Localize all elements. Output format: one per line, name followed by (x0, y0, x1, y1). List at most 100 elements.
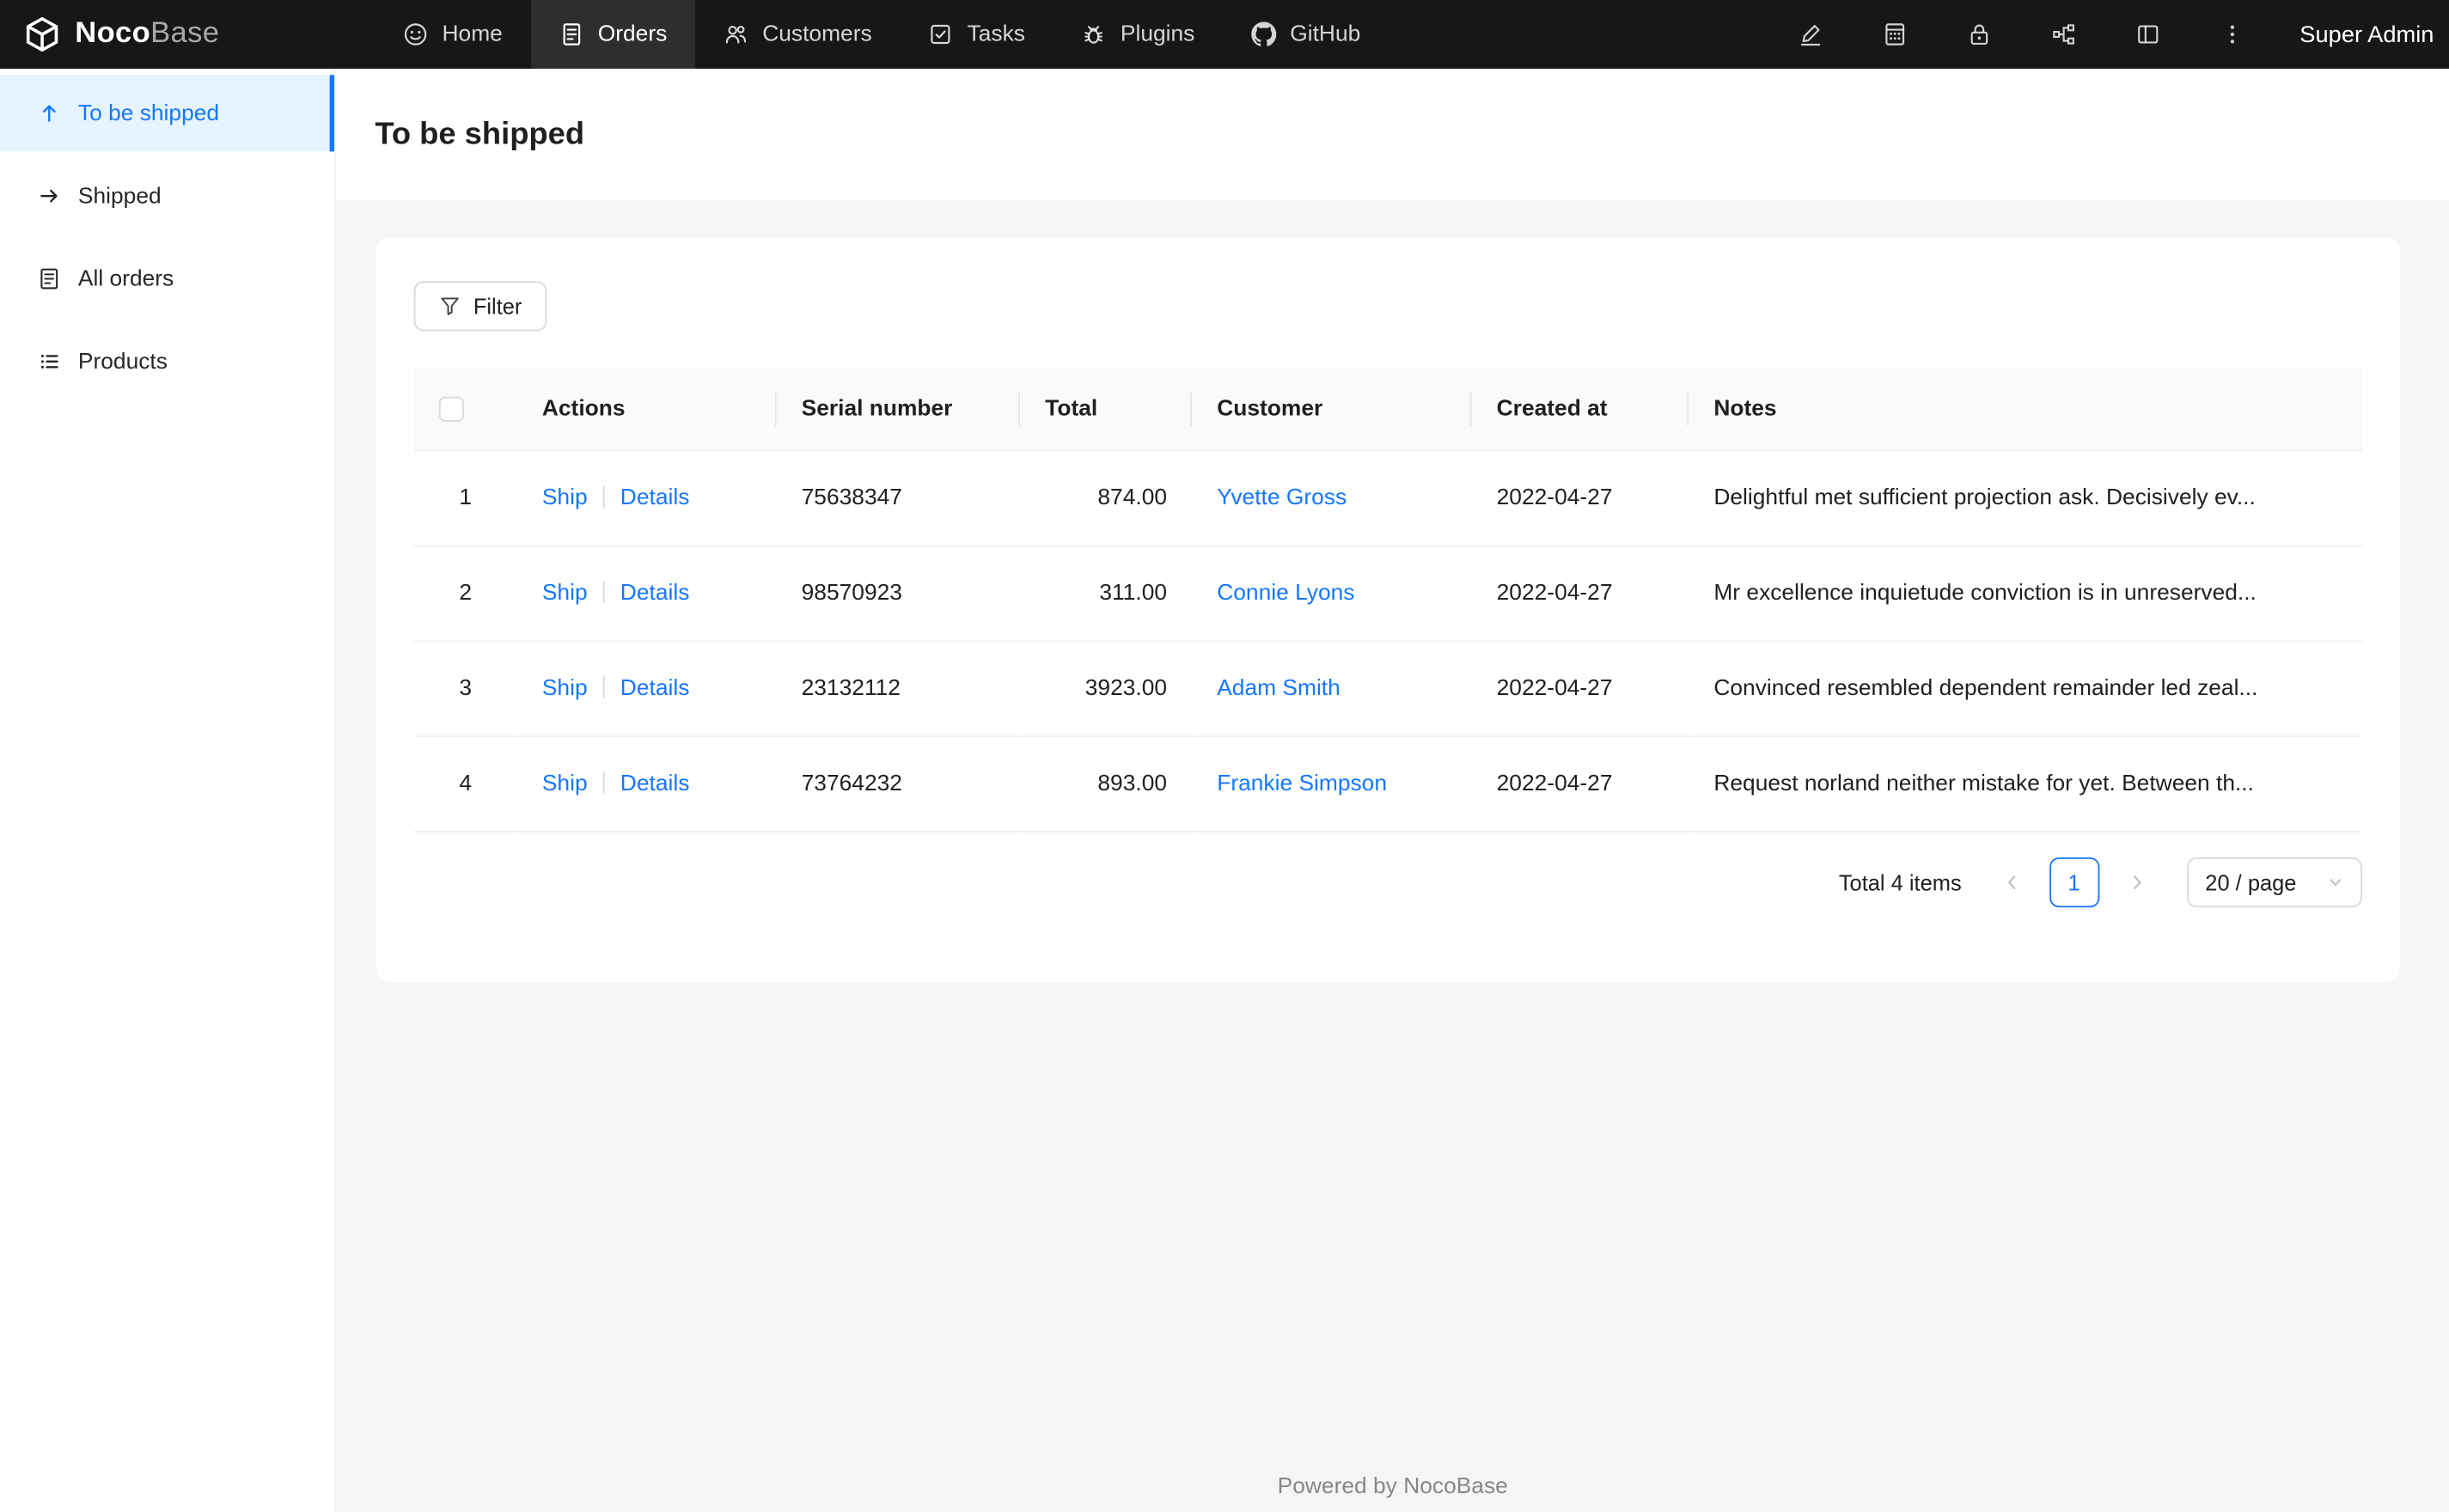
nav-item-label: Customers (762, 21, 872, 47)
cell-customer: Adam Smith (1192, 640, 1472, 737)
cell-serial-number: 98570923 (776, 545, 1021, 642)
cell-customer: Yvette Gross (1192, 449, 1472, 546)
list-icon (38, 350, 61, 373)
customer-link[interactable]: Yvette Gross (1217, 485, 1347, 509)
column-header-customer: Customer (1192, 369, 1472, 451)
customer-link[interactable]: Connie Lyons (1217, 580, 1354, 605)
ship-link[interactable]: Ship (542, 675, 588, 700)
page-number-button[interactable]: 1 (2049, 857, 2099, 907)
action-divider (602, 675, 605, 698)
customer-link[interactable]: Frankie Simpson (1217, 771, 1387, 796)
page-title: To be shipped (375, 116, 585, 151)
column-header-created-at: Created at (1471, 369, 1689, 451)
top-navbar: NocoBase Home Orders Customers Tasks Plu… (0, 0, 2449, 69)
action-divider (602, 771, 605, 793)
more-icon[interactable] (2190, 0, 2275, 69)
nav-item-label: Home (442, 21, 503, 47)
customer-link[interactable]: Adam Smith (1217, 675, 1341, 700)
row-index: 1 (413, 449, 517, 546)
sidebar-item-label: Products (77, 349, 168, 375)
cell-total: 874.00 (1020, 449, 1193, 546)
nav-item-plugins[interactable]: Plugins (1053, 0, 1223, 69)
cell-notes: Mr excellence inquietude conviction is i… (1689, 545, 2362, 642)
arrow-up-icon (38, 101, 61, 125)
row-index: 3 (413, 640, 517, 737)
filter-button-label: Filter (473, 293, 522, 319)
navbar-right-tools: Super Admin (1768, 0, 2449, 69)
powered-by-text: Powered by (1277, 1474, 1397, 1500)
table-header-row: Actions Serial number Total Customer Cre… (413, 369, 2362, 451)
sidebar-item-all-orders[interactable]: All orders (0, 241, 334, 317)
orders-card: Filter Actions Serial number Total Custo… (376, 237, 2400, 982)
logo-text: NocoBase (75, 17, 219, 52)
details-link[interactable]: Details (620, 580, 690, 605)
details-link[interactable]: Details (620, 675, 690, 700)
action-divider (602, 580, 605, 602)
cell-created-at: 2022-04-27 (1471, 640, 1689, 737)
logo[interactable]: NocoBase (0, 0, 336, 69)
lock-icon[interactable] (1938, 0, 2022, 69)
highlighter-icon[interactable] (1768, 0, 1853, 69)
nav-item-home[interactable]: Home (375, 0, 530, 69)
details-link[interactable]: Details (620, 771, 690, 796)
cell-actions: Ship Details (516, 640, 777, 737)
ship-link[interactable]: Ship (542, 771, 588, 796)
nav-item-customers[interactable]: Customers (695, 0, 900, 69)
calculator-icon[interactable] (1853, 0, 1937, 69)
user-menu[interactable]: Super Admin (2275, 21, 2449, 48)
layout-icon[interactable] (2106, 0, 2190, 69)
prev-page-button[interactable] (1987, 857, 2037, 906)
details-link[interactable]: Details (620, 485, 690, 509)
select-all-checkbox[interactable] (438, 396, 464, 422)
nav-item-label: GitHub (1290, 21, 1361, 47)
row-index: 4 (413, 735, 517, 832)
column-header-notes: Notes (1689, 369, 2362, 451)
table-row: 1 Ship Details 75638347 874.00 Yvette Gro… (413, 449, 2362, 546)
orders-table: Actions Serial number Total Customer Cre… (413, 369, 2362, 832)
main-content: To be shipped Filter Actions Serial numb… (335, 68, 2449, 1512)
table-row: 3 Ship Details 23132112 3923.00 Adam Smit… (413, 640, 2362, 737)
cell-actions: Ship Details (516, 449, 777, 546)
cell-total: 311.00 (1020, 545, 1193, 642)
api-icon[interactable] (2022, 0, 2106, 69)
customers-icon (724, 21, 748, 46)
column-header-total: Total (1020, 369, 1193, 451)
chevron-right-icon (2133, 875, 2141, 889)
sidebar: To be shipped Shipped All orders Product… (0, 68, 336, 1512)
action-divider (602, 485, 605, 507)
select-all-header (413, 369, 517, 451)
plugins-icon (1081, 21, 1106, 46)
next-page-button[interactable] (2111, 857, 2161, 906)
cell-actions: Ship Details (516, 735, 777, 832)
nav-item-label: Orders (597, 21, 668, 47)
arrow-right-icon (38, 185, 61, 208)
cell-serial-number: 75638347 (776, 449, 1021, 546)
nav-item-label: Tasks (967, 21, 1025, 47)
sidebar-item-products[interactable]: Products (0, 323, 334, 399)
chevron-down-icon (2328, 874, 2343, 889)
pagination: Total 4 items 1 20 / page (414, 857, 2362, 907)
sidebar-item-shipped[interactable]: Shipped (0, 158, 334, 235)
content-area: Filter Actions Serial number Total Custo… (336, 200, 2449, 1512)
cell-created-at: 2022-04-27 (1471, 545, 1689, 642)
ship-link[interactable]: Ship (542, 580, 588, 605)
filter-button[interactable]: Filter (413, 281, 547, 332)
sidebar-item-label: To be shipped (77, 101, 220, 126)
column-header-serial: Serial number (776, 369, 1021, 451)
cell-total: 3923.00 (1020, 640, 1193, 737)
orders-icon (559, 21, 583, 46)
cell-created-at: 2022-04-27 (1471, 735, 1689, 832)
nav-item-github[interactable]: GitHub (1223, 0, 1389, 69)
chevron-left-icon (2007, 875, 2015, 889)
filter-icon (441, 297, 459, 315)
cell-customer: Frankie Simpson (1192, 735, 1472, 832)
nocobase-footer-link[interactable]: NocoBase (1403, 1474, 1508, 1499)
order-file-icon (38, 267, 61, 290)
sidebar-item-to-be-shipped[interactable]: To be shipped (0, 75, 335, 152)
page-size-select[interactable]: 20 / page (2186, 857, 2362, 907)
ship-link[interactable]: Ship (542, 485, 588, 509)
tasks-icon (928, 21, 953, 46)
logo-text-light: Base (150, 16, 220, 51)
nav-item-tasks[interactable]: Tasks (900, 0, 1053, 69)
nav-item-orders[interactable]: Orders (530, 0, 696, 69)
